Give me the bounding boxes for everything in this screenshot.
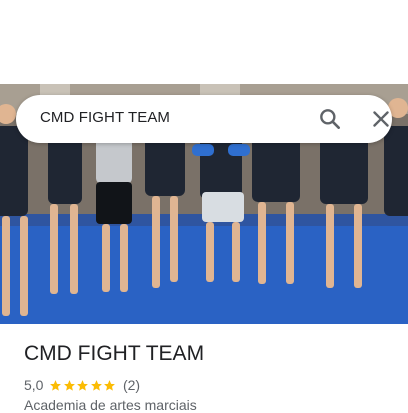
rating-value: 5,0	[24, 377, 44, 393]
review-count[interactable]: (2)	[123, 377, 140, 393]
star-icon	[91, 379, 102, 391]
place-title: CMD FIGHT TEAM	[24, 342, 205, 365]
place-category[interactable]: Academia de artes marciais	[24, 397, 197, 413]
search-input[interactable]: CMD FIGHT TEAM	[40, 109, 170, 126]
star-icon	[77, 379, 89, 391]
star-icon	[50, 379, 62, 391]
top-blank-area	[0, 0, 408, 84]
close-icon[interactable]	[368, 106, 394, 132]
rating-row[interactable]: 5,0 (2)	[24, 376, 140, 394]
search-bar[interactable]: CMD FIGHT TEAM	[16, 95, 392, 143]
star-icon	[104, 379, 116, 391]
search-icon[interactable]	[317, 106, 343, 132]
star-icon	[64, 379, 75, 391]
star-rating	[49, 379, 117, 392]
